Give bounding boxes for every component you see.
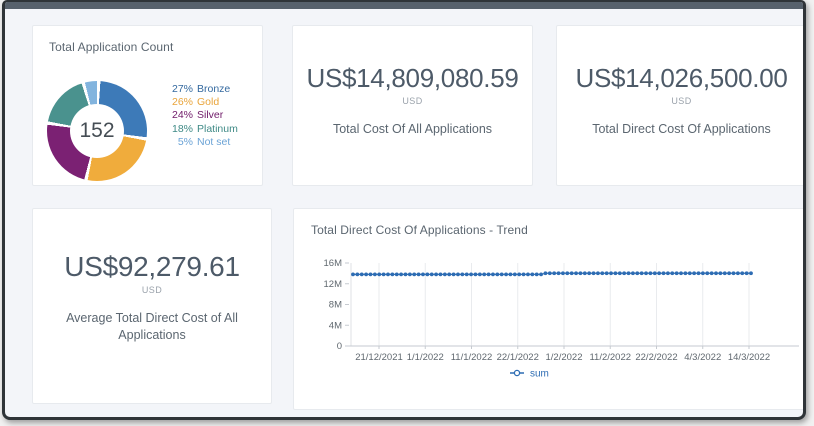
avg-cost-value: US$92,279.61 [64,251,239,283]
currency-label: USD [142,285,162,295]
currency-label: USD [671,96,691,106]
tile-direct-cost-trend[interactable]: Total Direct Cost Of Applications - Tren… [293,208,806,410]
total-cost-value: US$14,809,080.59 [306,63,518,94]
svg-text:21/12/2021: 21/12/2021 [355,352,403,363]
donut-legend-item[interactable]: 18%Platinum [167,123,238,136]
tile-average-direct-cost[interactable]: US$92,279.61 USD Average Total Direct Co… [32,208,272,404]
tile-title: Total Application Count [33,26,262,54]
donut-legend-item[interactable]: 5%Not set [167,136,238,149]
svg-text:11/2/2022: 11/2/2022 [589,352,631,363]
svg-text:0: 0 [337,341,342,352]
donut-hole: 152 [70,104,124,158]
svg-text:4M: 4M [329,320,342,331]
donut-chart[interactable]: 152 [47,81,147,181]
currency-label: USD [402,96,422,106]
svg-text:1/1/2022: 1/1/2022 [407,352,444,363]
svg-text:22/2/2022: 22/2/2022 [635,352,677,363]
donut-center-value: 152 [79,119,114,143]
tile-total-application-count[interactable]: Total Application Count 152 27%Bronze26%… [32,25,263,186]
direct-cost-value: US$14,026,500.00 [575,63,787,94]
donut-legend-item[interactable]: 27%Bronze [167,83,238,96]
tile-total-cost[interactable]: US$14,809,080.59 USD Total Cost Of All A… [292,25,533,186]
metric-label: Average Total Direct Cost of All Applica… [42,310,262,344]
trend-legend-sum[interactable]: sum [510,369,549,380]
svg-text:1/2/2022: 1/2/2022 [546,352,583,363]
donut-legend-item[interactable]: 26%Gold [167,96,238,109]
svg-text:12M: 12M [324,279,343,290]
app-window-frame: Total Application Count 152 27%Bronze26%… [2,0,806,420]
metric-label: Total Cost Of All Applications [333,121,492,138]
svg-text:sum: sum [530,369,549,380]
svg-text:16M: 16M [324,258,343,269]
tile-total-direct-cost[interactable]: US$14,026,500.00 USD Total Direct Cost O… [556,25,806,186]
svg-text:22/1/2022: 22/1/2022 [497,352,539,363]
dashboard-content: Total Application Count 152 27%Bronze26%… [5,9,803,417]
svg-text:8M: 8M [329,300,342,311]
metric-label: Total Direct Cost Of Applications [592,121,771,138]
tile-title: Total Direct Cost Of Applications - Tren… [294,209,806,237]
browser-chrome-bar [5,2,803,9]
trend-line-chart[interactable]: 21/12/2021 1/1/2022 11/1/2022 22/1/2022 1/2/… [294,249,806,389]
svg-text:14/3/2022: 14/3/2022 [728,352,770,363]
svg-text:11/1/2022: 11/1/2022 [451,352,493,363]
svg-text:4/3/2022: 4/3/2022 [684,352,721,363]
donut-legend-item[interactable]: 24%Silver [167,109,238,122]
donut-legend: 27%Bronze26%Gold24%Silver18%Platinum5%No… [167,83,238,149]
